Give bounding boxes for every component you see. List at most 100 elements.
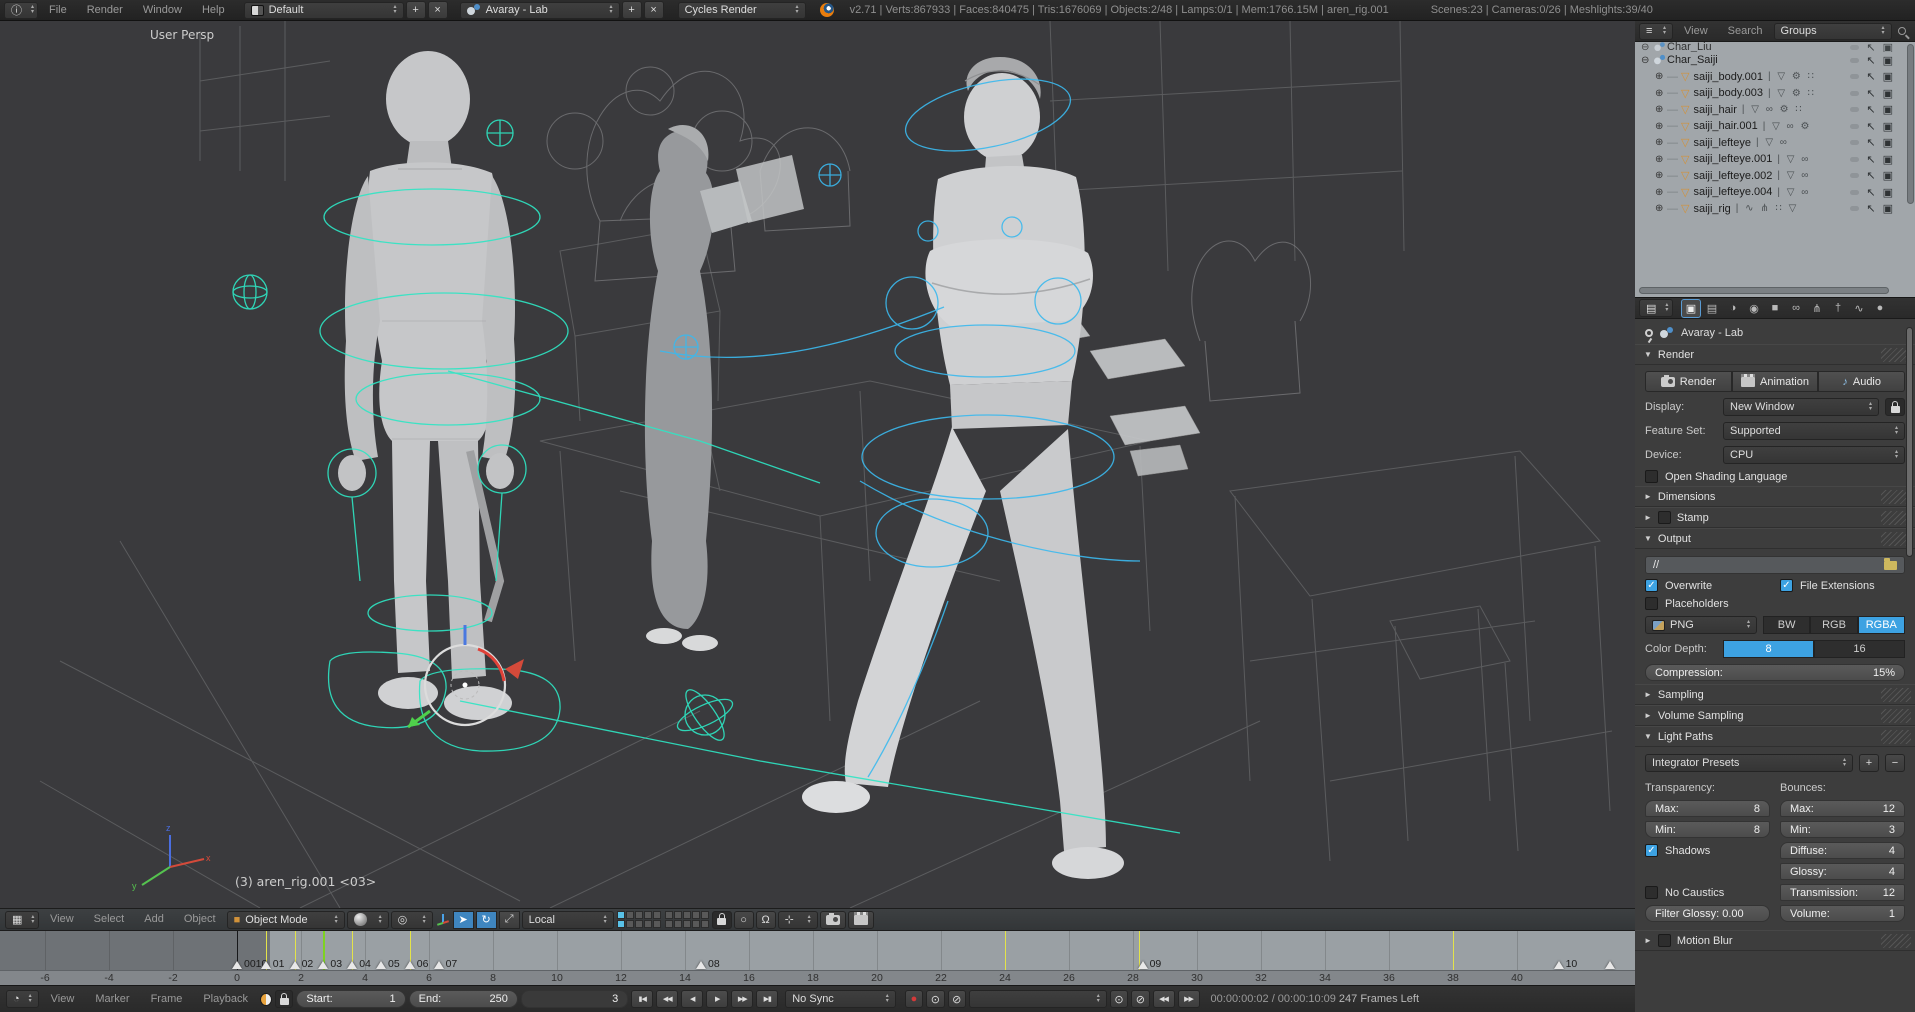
bounces-min-field[interactable]: Min: 3: [1780, 821, 1905, 838]
current-frame-field[interactable]: 3: [520, 990, 629, 1008]
close-layout-button[interactable]: ×: [427, 1, 448, 19]
timeline-marker[interactable]: 03: [318, 959, 342, 969]
menu-object[interactable]: Object: [175, 909, 225, 930]
lock-time-button[interactable]: [275, 990, 294, 1008]
placeholders-checkbox[interactable]: [1645, 597, 1658, 610]
properties-tab[interactable]: ◉: [1745, 300, 1763, 317]
camera-restrict-icon[interactable]: ▣: [1883, 87, 1893, 100]
camera-restrict-icon[interactable]: ▣: [1883, 70, 1893, 83]
color-depth-8-button[interactable]: 8: [1723, 640, 1814, 658]
outliner-item-clipped[interactable]: ⊖ Char_Liu ↖ ▣: [1635, 42, 1915, 52]
cursor-icon[interactable]: ↖: [1866, 186, 1875, 199]
rotate-manipulator-button[interactable]: ↻: [475, 910, 497, 929]
cursor-icon[interactable]: ↖: [1866, 70, 1875, 83]
properties-tab[interactable]: †: [1829, 300, 1847, 317]
outliner-item-parent[interactable]: ⊖ Char_Saiji ↖ ▣: [1635, 52, 1915, 69]
cursor-icon[interactable]: ↖: [1866, 120, 1875, 133]
menu-help[interactable]: Help: [193, 0, 234, 21]
outliner-item[interactable]: ⊕ — ▽ saiji_lefteye | ▽ ∞ ↖ ▣: [1635, 135, 1915, 152]
expand-icon[interactable]: ⊕: [1655, 203, 1667, 214]
render-animation-button[interactable]: Animation: [1731, 371, 1819, 392]
properties-tab[interactable]: ▣: [1681, 298, 1701, 318]
timeline-marker[interactable]: 08: [696, 959, 720, 969]
properties-tab[interactable]: ■: [1766, 300, 1784, 317]
viewport-shading-selector[interactable]: [346, 910, 389, 929]
jump-to-end-button[interactable]: ▶▮: [756, 990, 779, 1008]
properties-tab[interactable]: ▤: [1703, 300, 1721, 317]
color-depth-16-button[interactable]: 16: [1814, 640, 1905, 658]
cursor-icon[interactable]: ↖: [1866, 202, 1875, 215]
camera-restrict-icon[interactable]: ▣: [1883, 103, 1893, 116]
menu-tl-view[interactable]: View: [42, 989, 84, 1010]
start-frame-field[interactable]: Start: 1: [296, 990, 406, 1008]
pivot-point-selector[interactable]: ◎: [390, 910, 433, 929]
device-dropdown[interactable]: CPU: [1723, 446, 1905, 464]
stamp-section-header[interactable]: ► Stamp: [1635, 507, 1915, 528]
preview-range-icon[interactable]: [259, 992, 272, 1006]
outliner-item[interactable]: ⊕ — ▽ saiji_hair | ▽ ∞ ⚙ ∷ ↖ ▣: [1635, 102, 1915, 119]
remove-preset-button[interactable]: −: [1885, 754, 1905, 772]
mode-selector[interactable]: ■ Object Mode: [226, 910, 345, 929]
cursor-icon[interactable]: ↖: [1866, 136, 1875, 149]
close-scene-button[interactable]: ×: [643, 1, 664, 19]
motion-blur-checkbox[interactable]: [1657, 934, 1671, 947]
menu-file[interactable]: File: [40, 0, 76, 21]
shadows-checkbox[interactable]: [1645, 844, 1658, 857]
expand-icon[interactable]: ⊕: [1655, 88, 1667, 99]
snap-toggle-button[interactable]: Ω: [755, 910, 776, 929]
stamp-checkbox[interactable]: [1657, 511, 1671, 524]
menu-tl-frame[interactable]: Frame: [142, 989, 192, 1010]
camera-restrict-icon[interactable]: ▣: [1883, 186, 1893, 199]
menu-add[interactable]: Add: [135, 909, 173, 930]
timeline-marker[interactable]: 02: [289, 959, 313, 969]
cursor-icon[interactable]: ↖: [1866, 153, 1875, 166]
camera-restrict-icon[interactable]: ▣: [1883, 169, 1893, 182]
outliner-horizontal-scrollbar[interactable]: [1639, 287, 1889, 294]
display-mode-dropdown[interactable]: New Window: [1723, 398, 1879, 416]
cursor-icon[interactable]: ↖: [1866, 54, 1875, 67]
expand-icon[interactable]: ⊕: [1655, 104, 1667, 115]
osl-checkbox[interactable]: [1645, 470, 1658, 483]
timeline-marker[interactable]: 09: [1137, 959, 1161, 969]
folder-icon[interactable]: [1884, 557, 1897, 570]
render-button[interactable]: Render: [1645, 371, 1732, 392]
outliner-vertical-scrollbar[interactable]: [1907, 44, 1914, 204]
scene-selector[interactable]: Avaray - Lab: [459, 1, 620, 19]
layer-grid-1[interactable]: [616, 911, 661, 928]
record-button[interactable]: ●: [904, 990, 924, 1008]
prev-marker-button[interactable]: ◀◀: [1152, 990, 1175, 1008]
transmission-bounces-field[interactable]: Transmission: 12: [1780, 884, 1905, 901]
properties-tab[interactable]: ∿: [1850, 300, 1868, 317]
timeline[interactable]: 0010 01 02 03 04 05 06 07 08 09 10 -6 -4-…: [0, 931, 1635, 985]
timeline-marker[interactable]: 01: [260, 959, 284, 969]
bounces-max-field[interactable]: Max: 12: [1780, 800, 1905, 817]
camera-restrict-icon[interactable]: ▣: [1883, 136, 1893, 149]
timeline-marker[interactable]: 04: [347, 959, 371, 969]
3d-viewport[interactable]: x y z User Persp (3) aren_rig.001 <03>: [0, 21, 1635, 908]
rgba-button[interactable]: RGBA: [1857, 616, 1905, 634]
outliner-menu-view[interactable]: View: [1675, 21, 1717, 42]
snap-element-selector[interactable]: ⊹: [777, 910, 818, 929]
screen-layout-selector[interactable]: Default: [243, 1, 404, 19]
no-caustics-checkbox[interactable]: [1645, 886, 1658, 899]
keying-icon-a[interactable]: ⊙: [926, 990, 945, 1008]
layer-grid-2[interactable]: [664, 911, 709, 928]
render-opengl-button[interactable]: [819, 910, 846, 929]
lock-layers-button[interactable]: [711, 910, 732, 929]
volume-sampling-section-header[interactable]: ► Volume Sampling: [1635, 705, 1915, 726]
properties-vertical-scrollbar[interactable]: [1906, 327, 1913, 557]
filter-glossy-slider[interactable]: Filter Glossy: 0.00: [1645, 905, 1770, 922]
rgb-button[interactable]: RGB: [1810, 616, 1858, 634]
next-keyframe-button[interactable]: ▶▶: [731, 990, 754, 1008]
menu-window[interactable]: Window: [134, 0, 191, 21]
integrator-presets-dropdown[interactable]: Integrator Presets: [1645, 754, 1853, 772]
lock-interface-button[interactable]: [1885, 398, 1905, 416]
expand-icon[interactable]: ⊕: [1655, 170, 1667, 181]
render-opengl-animation-button[interactable]: [847, 910, 874, 929]
properties-tab[interactable]: ⋔: [1808, 300, 1826, 317]
menu-view[interactable]: View: [41, 909, 83, 930]
transform-orientation-selector[interactable]: Local: [521, 910, 614, 929]
properties-tab[interactable]: ◑: [1724, 300, 1742, 317]
collapse-icon[interactable]: ⊖: [1641, 55, 1653, 66]
keying-set-selector[interactable]: [968, 990, 1107, 1008]
